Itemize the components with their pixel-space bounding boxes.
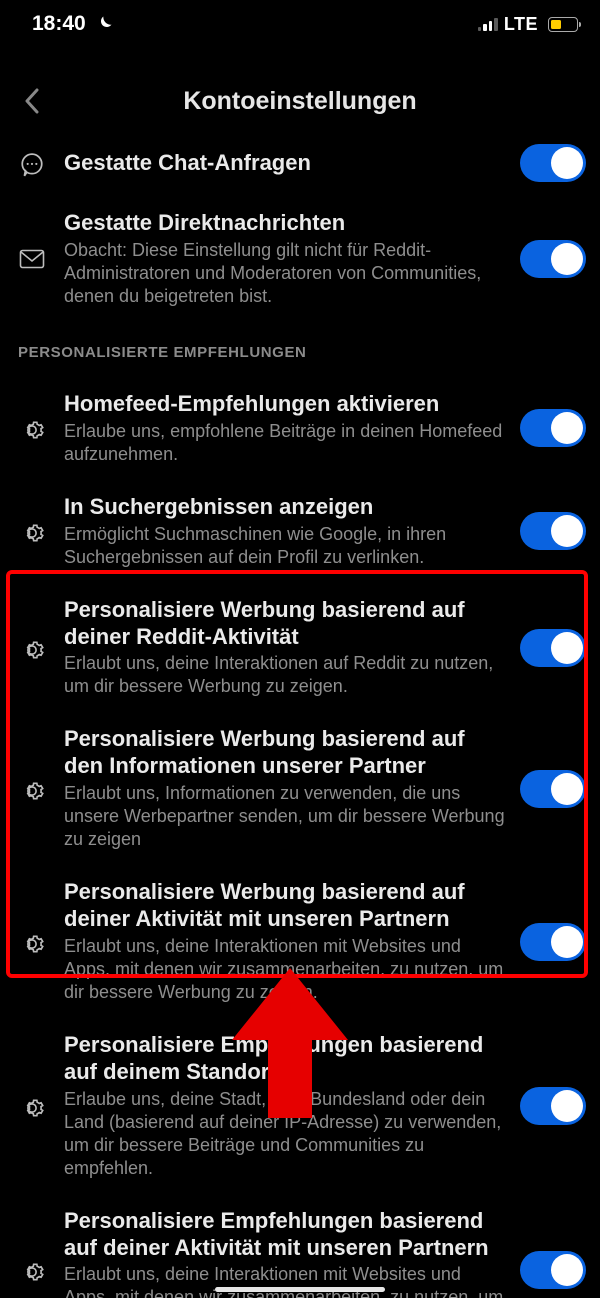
setting-row-search-results: In Suchergebnissen anzeigen Ermöglicht S…: [0, 480, 600, 583]
setting-title: Homefeed-Empfehlungen aktivieren: [64, 391, 506, 418]
toggle-homefeed[interactable]: [520, 409, 586, 447]
battery-icon: [548, 17, 578, 32]
setting-row-ads-reddit-activity: Personalisiere Werbung basierend auf dei…: [0, 583, 600, 713]
toggle-recs-partner-activity[interactable]: [520, 1251, 586, 1289]
toggle-ads-partner-info[interactable]: [520, 770, 586, 808]
toggle-ads-partner-activity[interactable]: [520, 923, 586, 961]
setting-title: In Suchergebnissen anzeigen: [64, 494, 506, 521]
gear-icon: [19, 931, 45, 957]
gear-icon: [19, 417, 45, 443]
toggle-ads-reddit-activity[interactable]: [520, 629, 586, 667]
moon-icon: [94, 14, 114, 34]
page-title: Kontoeinstellungen: [183, 87, 416, 116]
setting-title: Gestatte Direktnachrichten: [64, 210, 506, 237]
gear-icon: [19, 1095, 45, 1121]
gear-icon: [19, 637, 45, 663]
setting-subtitle: Erlaube uns, deine Stadt, dein Bundeslan…: [64, 1088, 506, 1180]
gear-icon: [19, 778, 45, 804]
home-indicator: [215, 1287, 385, 1292]
setting-subtitle: Erlaubt uns, deine Interaktionen auf Red…: [64, 652, 506, 698]
toggle-recs-location[interactable]: [520, 1087, 586, 1125]
toggle-direct-messages[interactable]: [520, 240, 586, 278]
setting-title: Personalisiere Empfehlungen basierend au…: [64, 1032, 506, 1086]
mail-icon: [19, 249, 45, 269]
setting-subtitle: Erlaubt uns, Informationen zu verwenden,…: [64, 782, 506, 851]
gear-icon: [19, 1259, 45, 1285]
toggle-chat-requests[interactable]: [520, 144, 586, 182]
setting-row-recs-partner-activity: Personalisiere Empfehlungen basierend au…: [0, 1194, 600, 1298]
chevron-left-icon: [24, 88, 40, 114]
setting-subtitle: Erlaube uns, empfohlene Beiträge in dein…: [64, 420, 506, 466]
setting-row-chat-requests: Gestatte Chat-Anfragen: [0, 130, 600, 196]
setting-title: Personalisiere Werbung basierend auf dei…: [64, 879, 506, 933]
setting-row-ads-partner-activity: Personalisiere Werbung basierend auf dei…: [0, 865, 600, 1018]
setting-title: Personalisiere Werbung basierend auf den…: [64, 726, 506, 780]
setting-row-ads-partner-info: Personalisiere Werbung basierend auf den…: [0, 712, 600, 865]
setting-title: Personalisiere Werbung basierend auf dei…: [64, 597, 506, 651]
section-header-personalized: PERSONALISIERTE EMPFEHLUNGEN: [0, 322, 600, 377]
nav-header: Kontoeinstellungen: [0, 72, 600, 130]
setting-title: Gestatte Chat-Anfragen: [64, 150, 506, 177]
setting-subtitle: Erlaubt uns, deine Interaktionen mit Web…: [64, 1263, 506, 1298]
setting-row-recs-location: Personalisiere Empfehlungen basierend au…: [0, 1018, 600, 1194]
setting-title: Personalisiere Empfehlungen basierend au…: [64, 1208, 506, 1262]
status-network: LTE: [504, 14, 538, 35]
signal-icon: [478, 17, 498, 31]
status-bar: 18:40 LTE: [0, 0, 600, 48]
status-time: 18:40: [32, 12, 86, 36]
chat-bubble-icon: [19, 152, 45, 178]
toggle-search-results[interactable]: [520, 512, 586, 550]
setting-subtitle: Erlaubt uns, deine Interaktionen mit Web…: [64, 935, 506, 1004]
setting-subtitle: Obacht: Diese Einstellung gilt nicht für…: [64, 239, 506, 308]
setting-subtitle: Ermöglicht Suchmaschinen wie Google, in …: [64, 523, 506, 569]
setting-row-direct-messages: Gestatte Direktnachrichten Obacht: Diese…: [0, 196, 600, 322]
gear-icon: [19, 520, 45, 546]
setting-row-homefeed: Homefeed-Empfehlungen aktivieren Erlaube…: [0, 377, 600, 480]
back-button[interactable]: [14, 83, 50, 119]
